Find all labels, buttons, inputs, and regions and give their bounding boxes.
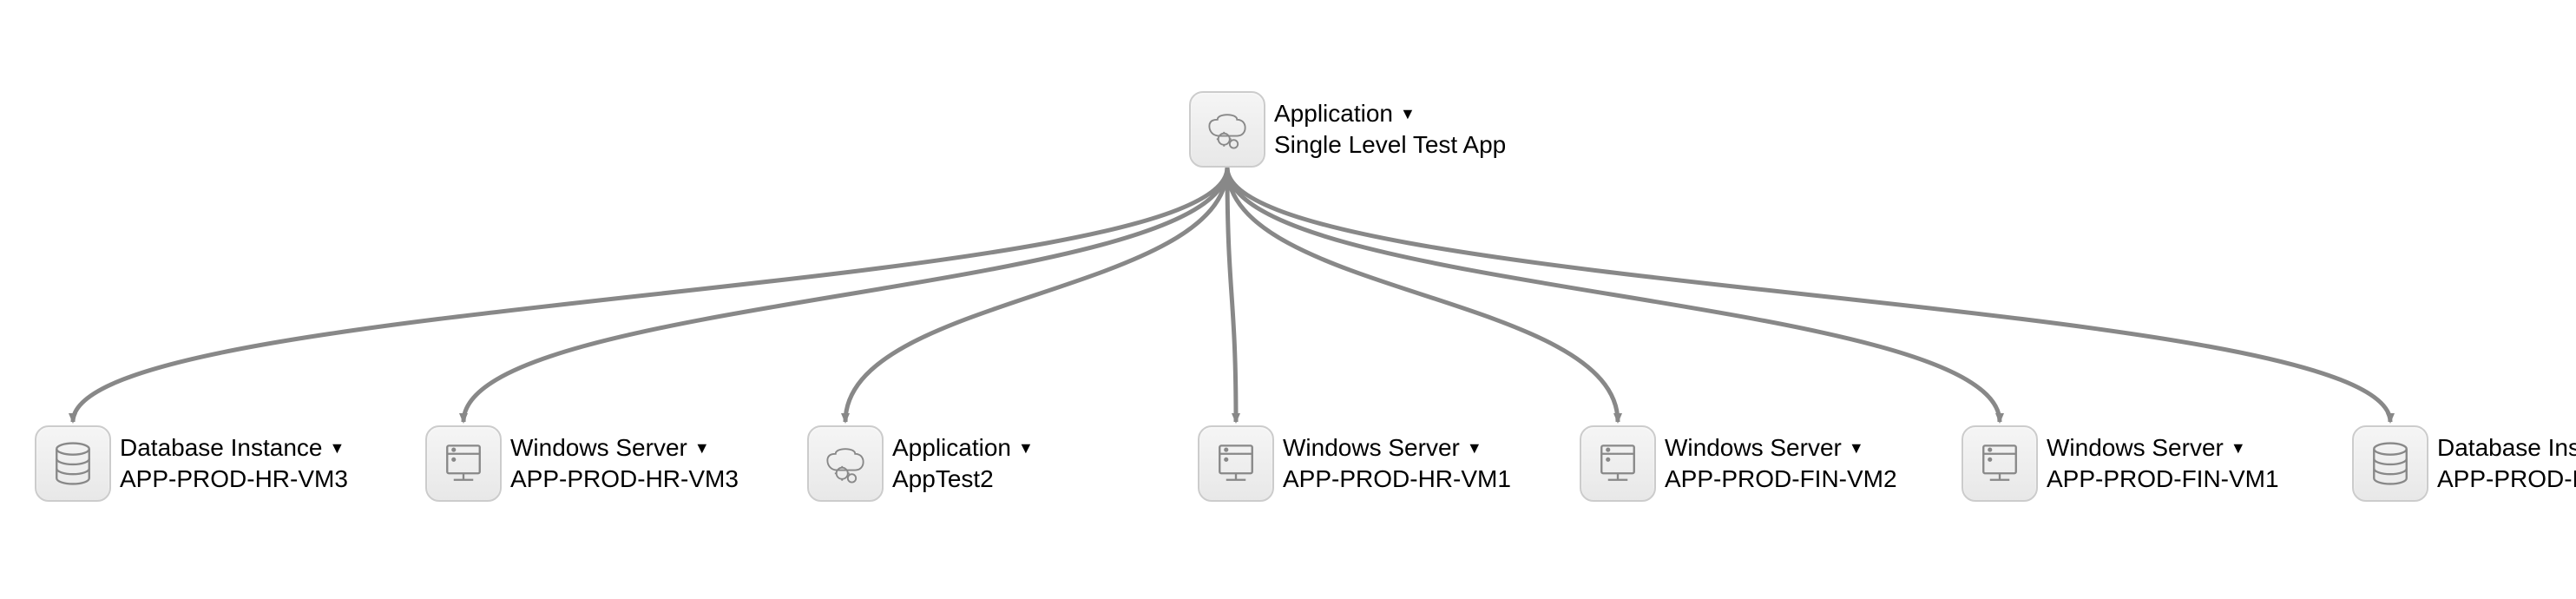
child-node[interactable]: Application ▼ AppTest2	[807, 425, 1034, 502]
connectors-svg	[0, 0, 2576, 599]
root-labels: Application ▼ Single Level Test App	[1274, 100, 1506, 159]
child-labels: Windows Server ▼ APP-PROD-FIN-VM2	[1665, 434, 1897, 493]
node-type-label: Windows Server	[1283, 434, 1460, 462]
child-labels: Application ▼ AppTest2	[892, 434, 1034, 493]
chevron-down-icon[interactable]: ▼	[1849, 439, 1864, 457]
node-type-label: Database Instance	[120, 434, 323, 462]
server-icon	[1962, 425, 2038, 502]
chevron-down-icon[interactable]: ▼	[2231, 439, 2246, 457]
server-icon	[1198, 425, 1274, 502]
chevron-down-icon[interactable]: ▼	[1400, 105, 1416, 123]
node-type-label: Application	[892, 434, 1011, 462]
child-node[interactable]: Windows Server ▼ APP-PROD-FIN-VM2	[1580, 425, 1897, 502]
chevron-down-icon[interactable]: ▼	[694, 439, 710, 457]
database-icon	[2352, 425, 2428, 502]
node-name-label: APP-PROD-FIN-VM2	[1665, 465, 1897, 493]
child-labels: Windows Server ▼ APP-PROD-HR-VM3	[510, 434, 739, 493]
chevron-down-icon[interactable]: ▼	[1018, 439, 1034, 457]
child-node[interactable]: Windows Server ▼ APP-PROD-FIN-VM1	[1962, 425, 2279, 502]
node-name-label: APP-PROD-HR-VM3	[120, 465, 348, 493]
child-labels: Database Instance ▼ APP-PROD-HR-VM3	[120, 434, 348, 493]
child-labels: Database Instance ▼ APP-PROD-HR-VM1	[2437, 434, 2576, 493]
child-labels: Windows Server ▼ APP-PROD-FIN-VM1	[2047, 434, 2279, 493]
application-icon	[807, 425, 884, 502]
child-node[interactable]: Database Instance ▼ APP-PROD-HR-VM1	[2352, 425, 2576, 502]
database-icon	[35, 425, 111, 502]
node-name-label: APP-PROD-HR-VM3	[510, 465, 739, 493]
node-type-label: Database Instance	[2437, 434, 2576, 462]
node-type-label: Application	[1274, 100, 1393, 128]
node-name-label: APP-PROD-HR-VM1	[1283, 465, 1511, 493]
chevron-down-icon[interactable]: ▼	[330, 439, 345, 457]
root-application-node[interactable]: Application ▼ Single Level Test App	[1189, 91, 1506, 168]
application-icon	[1189, 91, 1265, 168]
server-icon	[1580, 425, 1656, 502]
node-name-label: APP-PROD-HR-VM1	[2437, 465, 2576, 493]
chevron-down-icon[interactable]: ▼	[1467, 439, 1482, 457]
node-name-label: APP-PROD-FIN-VM1	[2047, 465, 2279, 493]
child-node[interactable]: Windows Server ▼ APP-PROD-HR-VM3	[425, 425, 739, 502]
node-type-label: Windows Server	[2047, 434, 2224, 462]
child-labels: Windows Server ▼ APP-PROD-HR-VM1	[1283, 434, 1511, 493]
node-type-label: Windows Server	[1665, 434, 1842, 462]
server-icon	[425, 425, 502, 502]
node-type-label: Windows Server	[510, 434, 687, 462]
child-node[interactable]: Database Instance ▼ APP-PROD-HR-VM3	[35, 425, 348, 502]
child-node[interactable]: Windows Server ▼ APP-PROD-HR-VM1	[1198, 425, 1511, 502]
node-name-label: Single Level Test App	[1274, 131, 1506, 159]
node-name-label: AppTest2	[892, 465, 1034, 493]
